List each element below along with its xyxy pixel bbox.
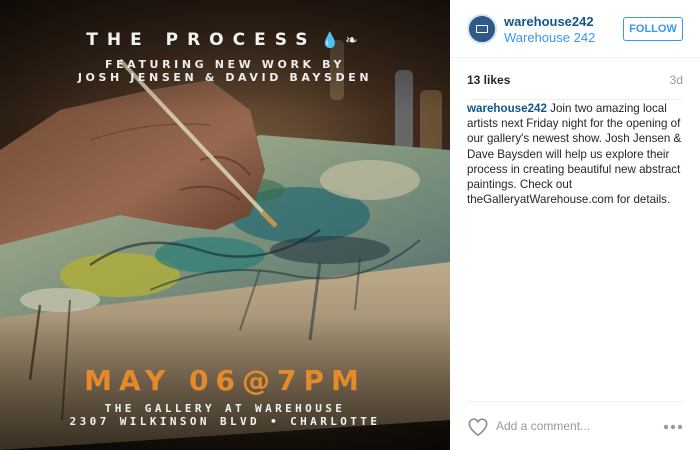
post-image[interactable]: THE PROCESS 💧❧ FEATURING NEW WORK BY JOSH… — [0, 0, 450, 450]
post-stats: 13 likes 3d — [467, 58, 683, 100]
post-side-panel: warehouse242 Warehouse 242 FOLLOW 13 lik… — [450, 0, 700, 450]
follow-button[interactable]: FOLLOW — [623, 17, 683, 41]
more-options-icon[interactable] — [663, 424, 683, 430]
username-link[interactable]: warehouse242 — [504, 14, 594, 29]
caption-username-link[interactable]: warehouse242 — [467, 102, 547, 115]
event-address: 2307 WILKINSON BLVD • CHARLOTTE — [69, 415, 381, 428]
warehouse-logo-icon — [476, 25, 488, 33]
event-date: MAY 06@7PM — [84, 364, 366, 397]
comment-bar: Add a comment... — [467, 401, 683, 450]
post-header: warehouse242 Warehouse 242 FOLLOW — [450, 0, 700, 58]
location-link[interactable]: Warehouse 242 — [504, 30, 595, 45]
post-subtitle-line-1: FEATURING NEW WORK BY — [104, 58, 346, 71]
event-venue: THE GALLERY AT WAREHOUSE — [104, 402, 346, 415]
add-comment-input[interactable]: Add a comment... — [496, 419, 590, 433]
heart-icon[interactable] — [467, 416, 489, 438]
post-age[interactable]: 3d — [670, 73, 683, 87]
likes-count[interactable]: 13 likes — [467, 73, 510, 87]
post-caption: warehouse242 Join two amazing local arti… — [467, 101, 689, 207]
caption-text: Join two amazing local artists next Frid… — [467, 102, 682, 207]
avatar[interactable] — [467, 14, 497, 44]
post-title: THE PROCESS 💧❧ — [0, 30, 450, 50]
post-title-text: THE PROCESS — [86, 30, 317, 50]
post-subtitle-line-2: JOSH JENSEN & DAVID BAYSDEN — [77, 71, 373, 84]
droplet-leaf-icon: 💧❧ — [320, 31, 364, 49]
